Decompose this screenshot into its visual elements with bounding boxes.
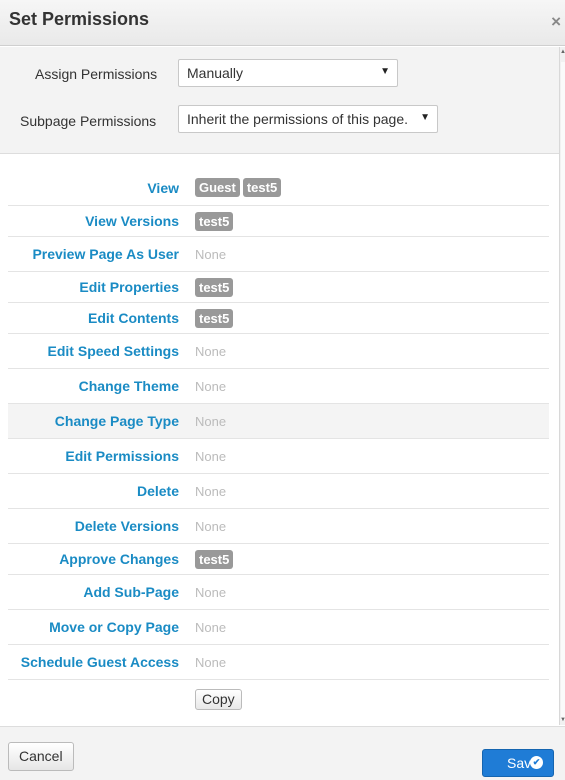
subpage-permissions-select[interactable]: Inherit the permissions of this page. ▼ <box>178 105 438 133</box>
user-pill: test5 <box>195 277 234 297</box>
permission-label[interactable]: Edit Contents <box>8 310 179 326</box>
permission-settings-panel: Assign Permissions Manually ▼ Subpage Pe… <box>0 47 559 154</box>
dialog-footer: Cancel Save ✔ <box>0 726 565 780</box>
permission-label[interactable]: Edit Permissions <box>8 448 179 464</box>
permission-values: test5 <box>195 211 234 231</box>
none-text: None <box>195 584 227 600</box>
permission-label[interactable]: Change Page Type <box>8 413 179 429</box>
assign-permissions-select[interactable]: Manually ▼ <box>178 59 398 87</box>
permission-row: Change Page Type None <box>8 404 549 439</box>
permission-row: View Guest test5 <box>8 170 549 206</box>
permission-row: Schedule Guest Access None <box>8 645 549 680</box>
none-text: None <box>195 378 227 394</box>
subpage-permissions-value: Inherit the permissions of this page. <box>187 111 409 127</box>
user-pill: test5 <box>242 178 282 197</box>
permission-row: Move or Copy Page None <box>8 610 549 645</box>
dropdown-arrow-icon: ▼ <box>420 112 430 123</box>
user-pill: Guest <box>195 178 240 197</box>
permission-values: None <box>195 414 226 429</box>
permission-row: View Versions test5 <box>8 206 549 237</box>
permission-label[interactable]: Delete <box>8 483 179 499</box>
user-pill: test5 <box>195 308 234 328</box>
permission-label[interactable]: Schedule Guest Access <box>8 654 179 670</box>
permission-row: Edit Permissions None <box>8 439 549 474</box>
dialog-title: Set Permissions <box>9 9 150 29</box>
permission-row: Edit Properties test5 <box>8 272 549 303</box>
close-icon[interactable]: × <box>551 12 561 32</box>
scroll-up-icon[interactable]: ▲ <box>560 49 565 55</box>
permission-values: None <box>195 484 226 499</box>
permission-label[interactable]: Edit Speed Settings <box>8 343 179 359</box>
none-text: None <box>195 654 227 670</box>
permission-row: Approve Changes test5 <box>8 544 549 575</box>
save-button[interactable]: Save ✔ <box>482 749 554 777</box>
vertical-scrollbar[interactable]: ▲ ▼ <box>559 47 565 725</box>
permission-values: None <box>195 519 226 534</box>
permission-row: Delete Versions None <box>8 509 549 544</box>
permission-label[interactable]: Change Theme <box>8 378 179 394</box>
assign-permissions-label: Assign Permissions <box>35 66 158 82</box>
permission-row: Change Theme None <box>8 369 549 404</box>
permission-values: test5 <box>195 549 234 569</box>
none-text: None <box>195 246 227 262</box>
permission-values: None <box>195 620 226 635</box>
permission-row: Edit Contents test5 <box>8 303 549 334</box>
permission-values: None <box>195 379 226 394</box>
permission-values: None <box>195 344 226 359</box>
permission-row: Edit Speed Settings None <box>8 334 549 369</box>
permission-row: Delete None <box>8 474 549 509</box>
user-pill: test5 <box>195 549 234 569</box>
dropdown-arrow-icon: ▼ <box>380 66 390 77</box>
permission-label[interactable]: Preview Page As User <box>8 246 179 262</box>
permissions-list: View Guest test5 View Versions test5 Preview … <box>8 170 549 680</box>
permission-values: None <box>195 449 226 464</box>
scroll-down-icon[interactable]: ▼ <box>560 717 565 723</box>
permission-label[interactable]: Add Sub-Page <box>8 584 179 600</box>
permission-row: Add Sub-Page None <box>8 575 549 610</box>
permission-row: Preview Page As User None <box>8 237 549 272</box>
permission-values: test5 <box>195 308 234 328</box>
permission-label[interactable]: Move or Copy Page <box>8 619 179 635</box>
none-text: None <box>195 619 227 635</box>
none-text: None <box>195 448 227 464</box>
permission-label[interactable]: Approve Changes <box>8 551 179 567</box>
none-text: None <box>195 483 227 499</box>
permission-label[interactable]: Edit Properties <box>8 279 179 295</box>
subpage-permissions-label: Subpage Permissions <box>20 113 157 129</box>
check-circle-icon: ✔ <box>530 756 543 769</box>
permission-values: test5 <box>195 277 234 297</box>
permission-values: Guest test5 <box>195 178 282 197</box>
user-pill: test5 <box>195 211 234 231</box>
none-text: None <box>195 518 227 534</box>
copy-button[interactable]: Copy <box>195 689 242 710</box>
assign-permissions-value: Manually <box>187 65 244 81</box>
dialog-titlebar: Set Permissions × <box>0 0 565 46</box>
scroll-thumb[interactable] <box>561 62 565 720</box>
permission-label[interactable]: View <box>8 180 179 196</box>
permission-label[interactable]: Delete Versions <box>8 518 179 534</box>
cancel-button[interactable]: Cancel <box>8 742 74 771</box>
none-text: None <box>195 413 227 429</box>
permission-values: None <box>195 585 226 600</box>
permission-values: None <box>195 655 226 670</box>
permission-values: None <box>195 247 226 262</box>
none-text: None <box>195 343 227 359</box>
permission-label[interactable]: View Versions <box>8 213 179 229</box>
